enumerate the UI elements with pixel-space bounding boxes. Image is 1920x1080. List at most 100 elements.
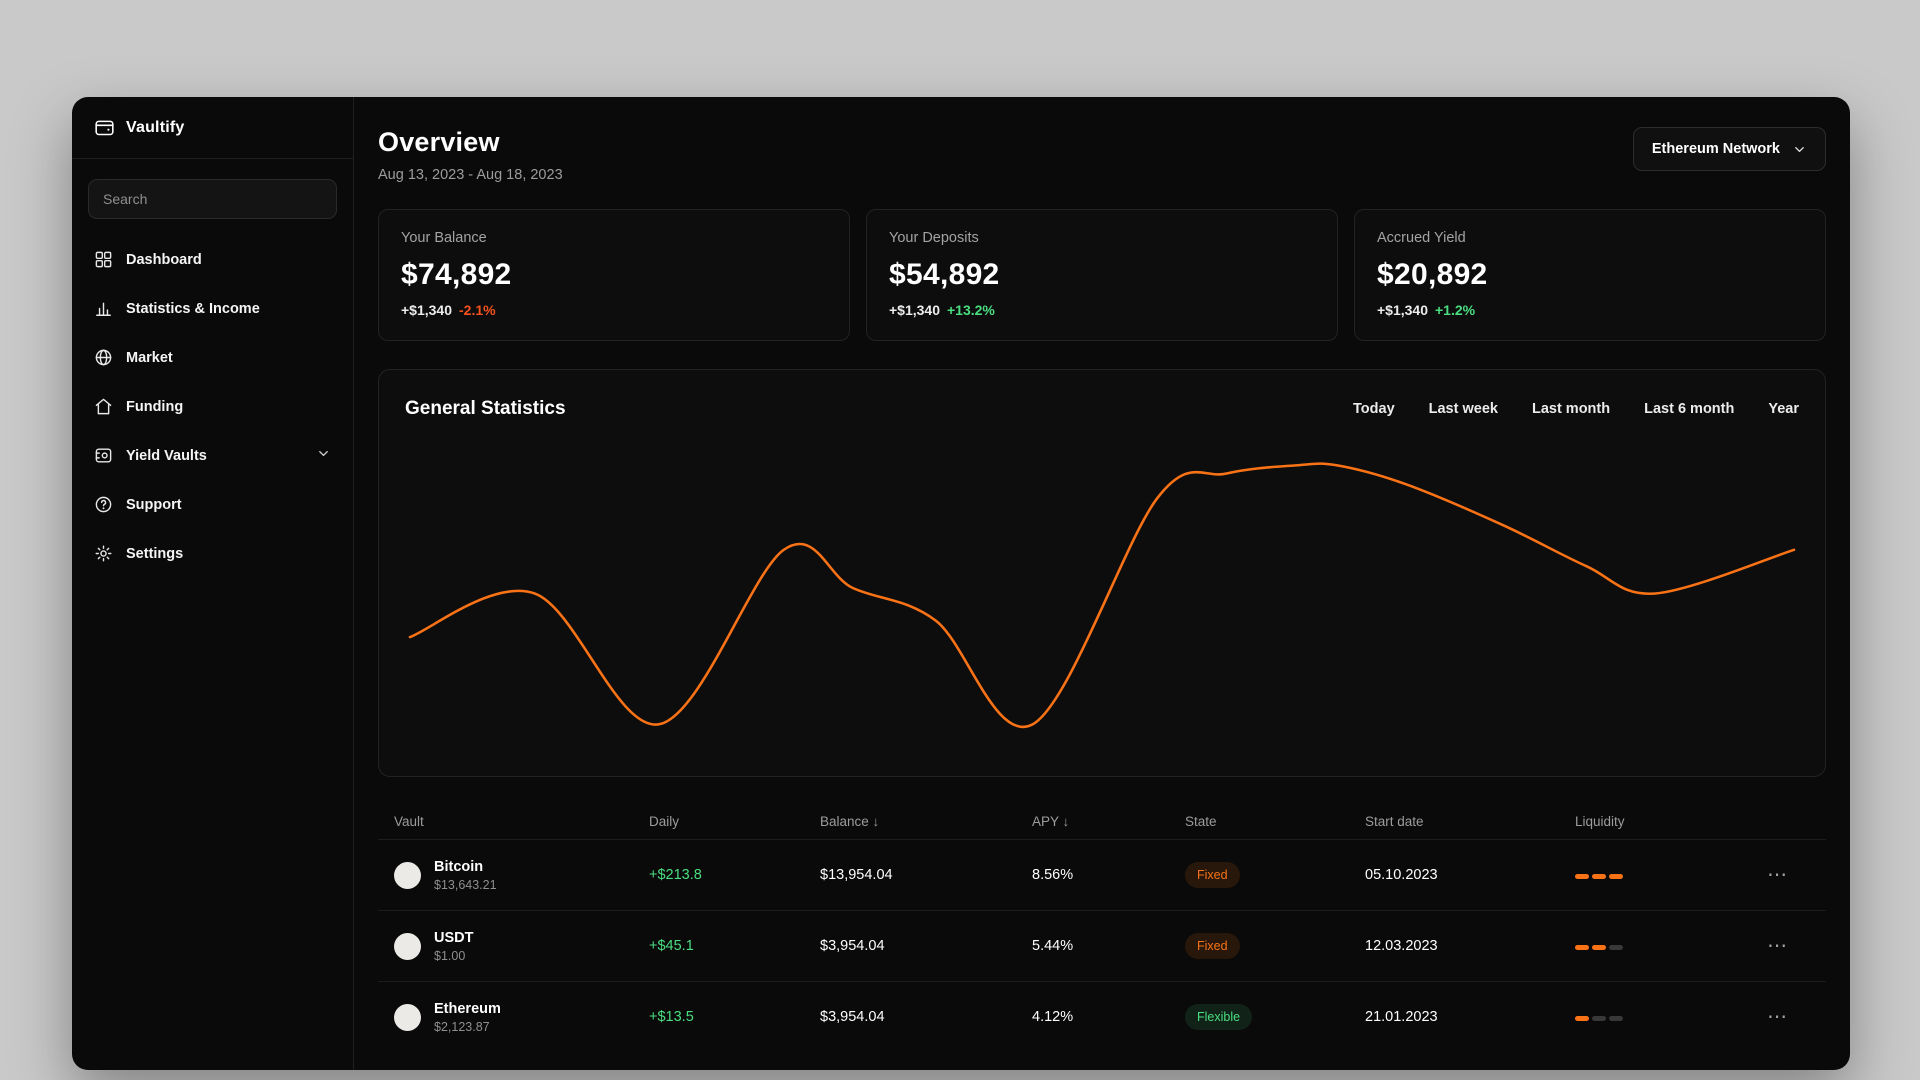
vault-icon (95, 448, 112, 463)
row-menu-button[interactable]: ⋯ (1759, 1003, 1796, 1031)
stats-row: Your Balance $74,892 +$1,340 -2.1% Your … (378, 209, 1826, 341)
sidebar-item-funding[interactable]: Funding (80, 382, 345, 431)
stat-delta-amount: +$1,340 (889, 302, 940, 318)
table-row-ethereum[interactable]: Ethereum $2,123.87 +$13.5 $3,954.04 4.12… (378, 981, 1826, 1052)
coin-avatar (394, 1003, 421, 1031)
stat-delta-pct: +13.2% (947, 302, 995, 318)
vaults-table: Vault Daily Balance ↓ APY ↓ State Start … (378, 803, 1826, 1052)
liquidity-indicator (1575, 1016, 1623, 1021)
filter-last-week[interactable]: Last week (1429, 401, 1498, 417)
vault-name: Ethereum (434, 1000, 501, 1017)
state-badge: Fixed (1185, 933, 1240, 959)
sidebar-item-label: Market (126, 349, 173, 366)
search-input[interactable] (88, 179, 337, 219)
filter-last-month[interactable]: Last month (1532, 401, 1610, 417)
liquidity-indicator (1575, 874, 1623, 879)
ellipsis-icon: ⋯ (1767, 935, 1788, 957)
wallet-icon (95, 120, 114, 136)
sidebar-item-statistics-income[interactable]: Statistics & Income (80, 284, 345, 333)
sidebar-nav: Dashboard Statistics & Income Market Fun… (72, 225, 353, 588)
network-selector-button[interactable]: Ethereum Network (1632, 127, 1826, 171)
stat-label: Accrued Yield (1377, 230, 1466, 246)
sidebar-item-label: Funding (126, 398, 184, 415)
vault-name: Bitcoin (434, 858, 484, 875)
start-date: 05.10.2023 (1365, 867, 1438, 883)
sidebar: Vaultify Dashboard Statistics & Income M… (72, 97, 354, 1070)
vault-name: USDT (434, 929, 474, 946)
sidebar-item-label: Support (126, 496, 182, 513)
stat-value: $54,892 (889, 258, 1000, 291)
ellipsis-icon: ⋯ (1767, 864, 1788, 886)
chevron-down-icon (1795, 146, 1804, 152)
stat-label: Your Deposits (889, 230, 979, 246)
stat-value: $74,892 (401, 258, 512, 291)
sidebar-item-label: Statistics & Income (126, 300, 260, 317)
table-row-usdt[interactable]: USDT $1.00 +$45.1 $3,954.04 5.44% Fixed … (378, 910, 1826, 981)
sidebar-item-label: Yield Vaults (126, 447, 207, 464)
start-date: 12.03.2023 (1365, 938, 1438, 954)
sidebar-item-dashboard[interactable]: Dashboard (80, 235, 345, 284)
liquidity-indicator (1575, 945, 1623, 950)
vault-price: $2,123.87 (434, 1019, 490, 1034)
stat-delta: +$1,340 +13.2% (889, 302, 1315, 318)
dashboard-icon (95, 251, 112, 268)
sidebar-item-settings[interactable]: Settings (80, 529, 345, 578)
daily-change: +$213.8 (649, 867, 702, 883)
vault-price: $1.00 (434, 948, 466, 963)
col-header-balance[interactable]: Balance ↓ (820, 814, 1032, 829)
apy-value: 5.44% (1032, 938, 1074, 954)
vault-price: $13,643.21 (434, 877, 497, 892)
col-header-liquidity: Liquidity (1575, 813, 1625, 829)
sidebar-item-support[interactable]: Support (80, 480, 345, 529)
col-header-vault: Vault (394, 813, 424, 829)
app-logo: Vaultify (72, 97, 353, 159)
filter-year[interactable]: Year (1768, 401, 1799, 417)
stat-value: $20,892 (1377, 258, 1488, 291)
row-menu-button[interactable]: ⋯ (1759, 861, 1796, 889)
app-window: Vaultify Dashboard Statistics & Income M… (72, 97, 1850, 1070)
general-statistics-card: General Statistics Today Last week Last … (378, 369, 1826, 777)
stat-delta-amount: +$1,340 (1377, 302, 1428, 318)
settings-icon (95, 545, 112, 562)
bar-chart-icon (96, 302, 111, 316)
sidebar-item-market[interactable]: Market (80, 333, 345, 382)
chart-time-filters: Today Last week Last month Last 6 month … (1353, 401, 1799, 417)
page-header: Overview Aug 13, 2023 - Aug 18, 2023 Eth… (378, 127, 1826, 183)
col-header-daily: Daily (649, 813, 680, 829)
sidebar-item-label: Settings (126, 545, 184, 562)
stat-delta-pct: -2.1% (459, 302, 496, 318)
apy-value: 4.12% (1032, 1009, 1074, 1025)
stat-card-balance: Your Balance $74,892 +$1,340 -2.1% (378, 209, 850, 341)
coin-avatar (394, 932, 421, 960)
page-title: Overview (378, 127, 500, 157)
balance-value: $13,954.04 (820, 867, 893, 883)
stat-card-accrued-yield: Accrued Yield $20,892 +$1,340 +1.2% (1354, 209, 1826, 341)
stat-delta: +$1,340 -2.1% (401, 302, 827, 318)
apy-value: 8.56% (1032, 867, 1074, 883)
balance-value: $3,954.04 (820, 1009, 885, 1025)
start-date: 21.01.2023 (1365, 1009, 1438, 1025)
col-header-apy[interactable]: APY ↓ (1032, 814, 1185, 829)
state-badge: Flexible (1185, 1004, 1253, 1030)
network-selector-label: Ethereum Network (1651, 141, 1780, 157)
stat-label: Your Balance (401, 230, 487, 246)
col-header-state: State (1185, 813, 1217, 829)
chart-title: General Statistics (405, 398, 566, 419)
coin-avatar (394, 861, 421, 889)
chart-line (408, 462, 1796, 729)
stat-delta: +$1,340 +1.2% (1377, 302, 1803, 318)
home-icon (95, 398, 112, 415)
chevron-down-icon[interactable] (316, 446, 331, 465)
main-content: Overview Aug 13, 2023 - Aug 18, 2023 Eth… (354, 97, 1850, 1070)
daily-change: +$45.1 (649, 938, 694, 954)
row-menu-button[interactable]: ⋯ (1759, 932, 1796, 960)
app-name: Vaultify (126, 118, 185, 136)
filter-last-6-month[interactable]: Last 6 month (1644, 401, 1734, 417)
line-chart-svg (408, 462, 1796, 729)
stat-card-deposits: Your Deposits $54,892 +$1,340 +13.2% (866, 209, 1338, 341)
table-row-bitcoin[interactable]: Bitcoin $13,643.21 +$213.8 $13,954.04 8.… (378, 839, 1826, 910)
filter-today[interactable]: Today (1353, 401, 1395, 417)
sidebar-item-yield-vaults[interactable]: Yield Vaults (80, 431, 345, 480)
general-statistics-chart (405, 442, 1799, 734)
balance-value: $3,954.04 (820, 938, 885, 954)
